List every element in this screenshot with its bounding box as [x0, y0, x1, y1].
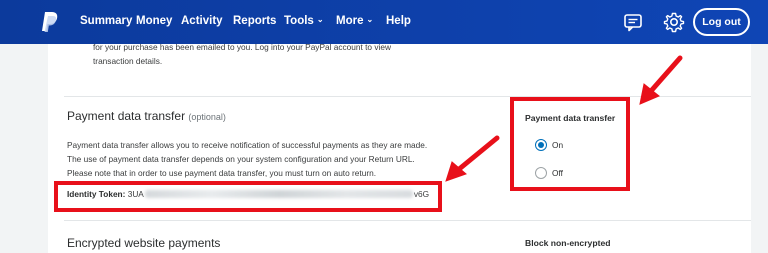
annotation-arrows: [445, 55, 683, 182]
arrow-to-pdt-setting: [639, 55, 683, 105]
arrow-to-token: [445, 135, 500, 182]
